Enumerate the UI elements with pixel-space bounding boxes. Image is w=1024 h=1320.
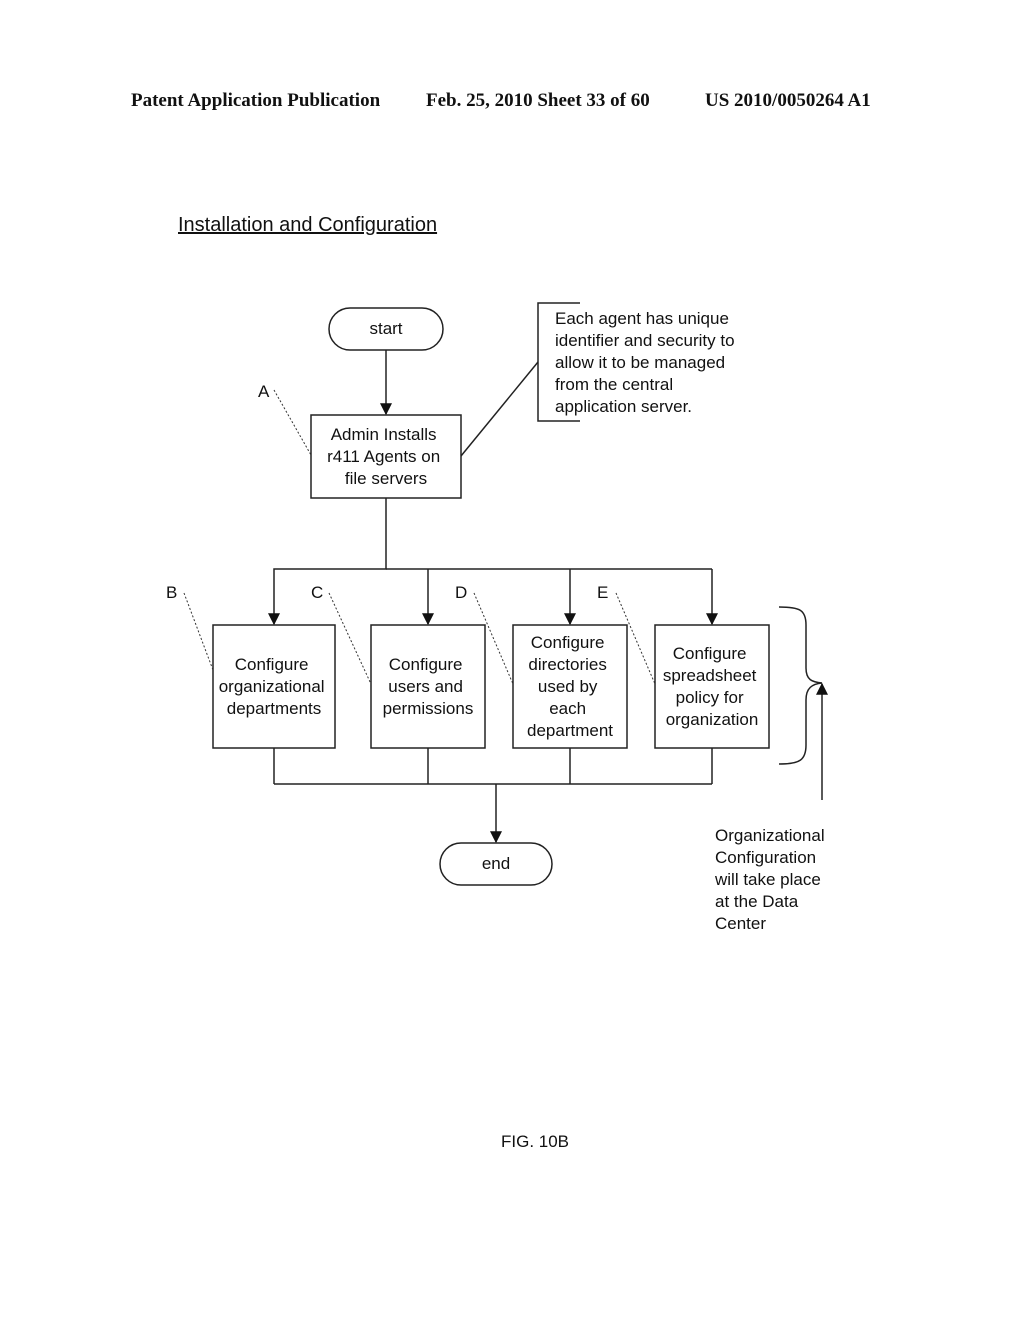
label-e: E [597,583,608,602]
config-departments-step: Configure organizational departments [212,624,336,749]
figure-label: FIG. 10B [501,1132,570,1151]
config-users-step: Configure users and permissions [370,624,486,749]
end-label: end [482,854,510,873]
end-terminal: end [439,842,553,886]
leader-a [273,389,312,456]
label-c: C [311,583,323,602]
leader-b [183,592,214,671]
start-terminal: start [328,307,444,351]
config-spreadsheet-policy-step: Configure spreadsheet policy for organiz… [654,624,770,749]
merge-connector [273,748,713,844]
label-a: A [258,382,270,401]
agent-note-callout: Each agent has unique identifier and sec… [460,302,739,457]
label-d: D [455,583,467,602]
svg-text:Configure directories: Configure directories used by each depar… [527,633,613,740]
org-config-note: Organizational Configuration will take p… [714,826,829,933]
start-label: start [369,319,402,338]
svg-text:Configure organizational: Configure organizational departments [219,655,330,718]
label-b: B [166,583,177,602]
branch-connector [268,498,718,626]
agent-note-text: Each agent has unique identifier and sec… [555,309,739,416]
org-config-brace [778,606,828,800]
flowchart: start Admin Installs r411 Agents on file… [166,302,829,933]
svg-text:Configure users and: Configure users and permissions [383,655,474,718]
config-directories-step: Configure directories used by each depar… [512,624,628,749]
install-agents-step: Admin Installs r411 Agents on file serve… [310,414,462,499]
